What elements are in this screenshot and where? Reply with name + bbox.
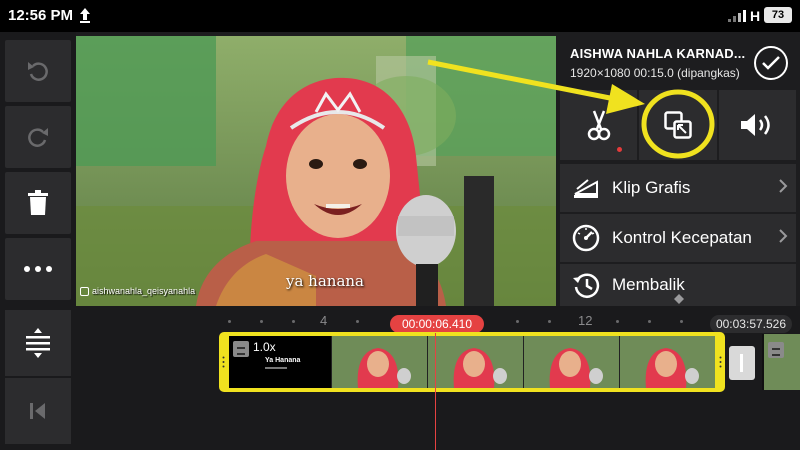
ruler-tick (548, 320, 551, 323)
pip-layer-icon (664, 111, 692, 139)
trash-icon (28, 190, 48, 215)
ruler-tick (356, 320, 359, 323)
chevron-right-icon (779, 179, 788, 193)
title-clip-subline (265, 367, 287, 369)
menu-item-label: Klip Grafis (612, 178, 691, 197)
delete-button[interactable] (5, 172, 71, 234)
ruler-label: 4 (320, 313, 328, 328)
layer-pip-button[interactable] (639, 90, 717, 160)
timeline[interactable]: 4 12 00:00:06.410 00:03:57.526 1.0x Ya H… (76, 294, 800, 450)
upload-icon (80, 8, 90, 23)
battery-indicator: 73 (764, 7, 792, 23)
ruler-tick (292, 320, 295, 323)
total-duration: 00:03:57.526 (710, 315, 792, 333)
clip-thumbnails: 1.0x Ya Hanana (229, 336, 715, 388)
expand-timeline-button[interactable] (5, 310, 71, 376)
ruler-tick (616, 320, 619, 323)
clip-speed: 1.0x (253, 340, 276, 354)
clip-options-panel: AISHWA NAHLA KARNAD... 1920×1080 00:15.0… (560, 36, 796, 306)
volume-icon (741, 114, 771, 136)
ruler-label: 12 (578, 313, 593, 328)
clip-type-icon (233, 341, 249, 357)
status-bar: 12:56 PM H 73 (0, 0, 800, 32)
panel-header: AISHWA NAHLA KARNAD... 1920×1080 00:15.0… (560, 36, 796, 88)
preview-frame-image (76, 36, 556, 306)
project-title: AISHWA NAHLA KARNAD... (570, 46, 746, 61)
menu-item-speed-control[interactable]: Kontrol Kecepatan (560, 214, 796, 262)
jump-to-start-button[interactable] (5, 378, 71, 444)
trim-handle-left[interactable] (222, 356, 225, 368)
split-tool-button[interactable] (560, 90, 638, 160)
status-time: 12:56 PM (8, 7, 74, 24)
menu-item-label: Kontrol Kecepatan (612, 228, 752, 247)
subtitle-caption: ya hanana (286, 272, 364, 290)
watermark-text: aishwanahla_qeisyanahla (92, 286, 196, 296)
more-button[interactable] (5, 238, 71, 300)
title-clip-text: Ya Hanana (265, 357, 301, 364)
menu-item-label: Membalik (612, 275, 685, 294)
trim-handle-right[interactable] (719, 356, 722, 368)
history-reverse-icon (573, 273, 600, 298)
signal-icon (728, 10, 746, 22)
position-marker-icon (674, 294, 684, 304)
scissors-icon (587, 110, 610, 141)
clip-type-icon (768, 342, 784, 358)
ruler-tick (648, 320, 651, 323)
ruler-tick (516, 320, 519, 323)
graphic-clip-icon (574, 179, 598, 198)
checkmark-icon (762, 56, 780, 70)
menu-item-graphic-clip[interactable]: Klip Grafis (560, 164, 796, 212)
playhead[interactable] (435, 333, 436, 450)
clip-frame-thumbnail (331, 336, 427, 388)
selected-video-clip[interactable]: 1.0x Ya Hanana (219, 332, 725, 392)
indicator-dot (617, 147, 622, 152)
title-clip-thumbnail: 1.0x Ya Hanana (229, 336, 331, 388)
clip-frame-thumbnail (427, 336, 523, 388)
ruler-tick (260, 320, 263, 323)
next-clip-thumbnail[interactable] (762, 334, 800, 390)
video-preview[interactable]: ya hanana aishwanahla_qeisyanahla (76, 36, 556, 306)
project-info: 1920×1080 00:15.0 (dipangkas) (570, 66, 740, 80)
clip-tools-row (560, 90, 796, 160)
transition-marker[interactable] (729, 346, 755, 380)
watermark: aishwanahla_qeisyanahla (80, 286, 195, 296)
instagram-icon (80, 286, 89, 296)
undo-button[interactable] (5, 40, 71, 102)
undo-icon (28, 62, 48, 81)
more-dots-icon (24, 266, 52, 272)
left-toolbar (0, 32, 76, 450)
ruler-tick (680, 320, 683, 323)
skip-start-icon (30, 403, 45, 419)
clip-frame-thumbnail (619, 336, 715, 388)
speedometer-icon (572, 224, 600, 252)
ruler-tick (228, 320, 231, 323)
network-type: H (750, 8, 761, 24)
confirm-button[interactable] (754, 46, 788, 80)
clip-frame-thumbnail (523, 336, 619, 388)
chevron-right-icon (779, 229, 788, 243)
volume-button[interactable] (718, 90, 796, 160)
playhead-time: 00:00:06.410 (390, 315, 484, 333)
expand-vertical-icon (26, 328, 50, 358)
redo-icon (28, 128, 48, 147)
redo-button[interactable] (5, 106, 71, 168)
